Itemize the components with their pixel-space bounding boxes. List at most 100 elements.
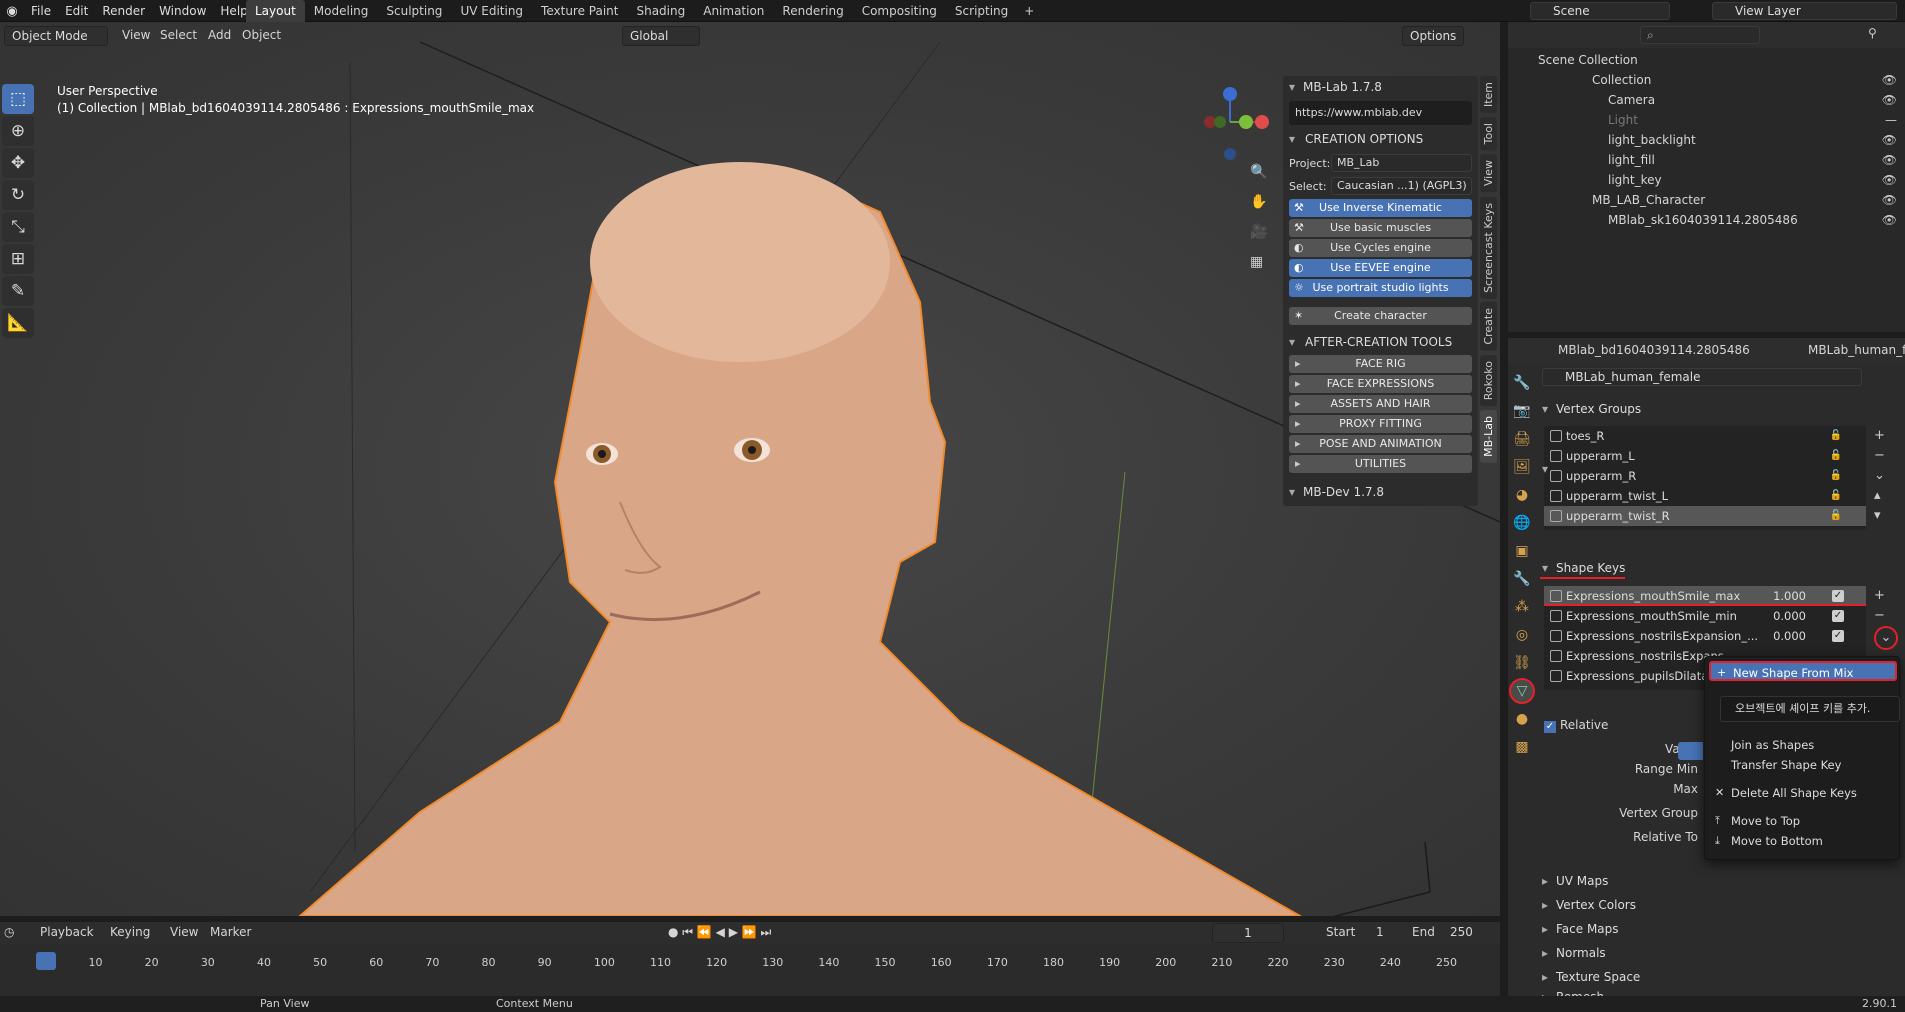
proxy-fitting-button[interactable]: PROXY FITTING (1289, 415, 1472, 433)
mode-selector[interactable]: Object Mode (4, 26, 108, 46)
face-maps-section[interactable]: Face Maps (1540, 918, 1619, 940)
normals-section[interactable]: Normals (1540, 942, 1606, 964)
move-tool-icon[interactable]: ✥ (2, 148, 34, 178)
project-selector[interactable]: MB_Lab (1331, 154, 1472, 172)
new-shape-from-mix-item[interactable]: + New Shape From Mix (1709, 661, 1897, 681)
sidebar-tab-item[interactable]: Item (1480, 76, 1497, 114)
view-layer-icon[interactable]: 🖼 (1509, 454, 1535, 480)
chevron-down-icon[interactable]: ⌄ (1874, 626, 1898, 650)
physics-icon[interactable]: ◎ (1509, 622, 1535, 648)
face-expressions-button[interactable]: FACE EXPRESSIONS (1289, 375, 1472, 393)
eye-icon[interactable]: 👁 (1882, 190, 1897, 210)
shape-key-value[interactable]: 0.000 (1773, 606, 1806, 626)
modifier-icon[interactable]: 🔧 (1509, 566, 1535, 592)
texture-space-section[interactable]: Texture Space (1540, 966, 1640, 988)
tab-layout[interactable]: Layout (246, 0, 305, 22)
list-item[interactable]: Expressions_mouthSmile_max 1.000 ✓ (1544, 586, 1866, 606)
viewport-menu-view[interactable]: View (122, 28, 150, 42)
options-button[interactable]: Options (1402, 26, 1464, 46)
measure-tool-icon[interactable]: 📐 (2, 308, 34, 338)
tab-uv-editing[interactable]: UV Editing (451, 0, 532, 22)
eye-icon[interactable]: 👁 (1882, 90, 1897, 110)
world-icon[interactable]: 🌐 (1509, 510, 1535, 536)
list-item[interactable]: upperarm_twist_R 🔓 (1544, 506, 1866, 526)
list-item[interactable]: upperarm_R 🔓 (1544, 466, 1866, 486)
playback-controls[interactable]: ● ⏮ ⏪ ◀ ▶ ⏩ ⏭ (668, 925, 771, 940)
outliner-row-collection[interactable]: Collection 👁 (1508, 70, 1905, 90)
use-eevee-engine-toggle[interactable]: ◐ Use EEVEE engine (1289, 259, 1472, 277)
menu-edit[interactable]: Edit (58, 0, 95, 22)
object-icon[interactable]: ▣ (1509, 538, 1535, 564)
outliner-row-camera[interactable]: Camera 👁 (1508, 90, 1905, 110)
outliner-row-light[interactable]: Light — (1508, 110, 1905, 130)
eye-icon[interactable]: 👁 (1882, 150, 1897, 170)
timeline-menu-marker[interactable]: Marker (210, 925, 251, 939)
add-workspace-button[interactable]: + (1017, 0, 1041, 22)
select-tool-icon[interactable]: ⬚ (2, 84, 34, 114)
pose-animation-button[interactable]: POSE AND ANIMATION (1289, 435, 1472, 453)
menu-file[interactable]: File (24, 0, 58, 22)
vertex-colors-section[interactable]: Vertex Colors (1540, 894, 1636, 916)
timeline-menu-keying[interactable]: Keying (110, 925, 150, 939)
lock-icon[interactable]: 🔓 (1830, 506, 1842, 526)
sidebar-tab-tool[interactable]: Tool (1480, 117, 1497, 151)
lock-icon[interactable]: 🔓 (1830, 486, 1842, 506)
list-item[interactable]: toes_R 🔓 (1544, 426, 1866, 446)
mblab-title[interactable]: MB-Lab 1.7.8 (1283, 76, 1478, 98)
remove-icon[interactable]: − (1874, 446, 1885, 466)
utilities-button[interactable]: UTILITIES (1289, 455, 1472, 473)
current-frame-field[interactable]: 1 (1212, 923, 1284, 943)
start-frame-field[interactable]: 1 (1376, 925, 1384, 939)
use-cycles-engine-toggle[interactable]: ◐ Use Cycles engine (1289, 239, 1472, 257)
filter-icon[interactable]: ⚲ (1868, 26, 1877, 40)
tab-modeling[interactable]: Modeling (305, 0, 378, 22)
camera-view-icon[interactable]: 🎥 (1250, 224, 1270, 254)
checkbox-icon[interactable]: ✓ (1832, 590, 1844, 602)
create-character-button[interactable]: ✶ Create character (1289, 307, 1472, 325)
texture-icon[interactable]: ▩ (1509, 734, 1535, 760)
vertex-groups-section[interactable]: Vertex Groups (1540, 398, 1641, 420)
blender-logo-icon[interactable]: ◉ (0, 0, 24, 22)
add-icon[interactable]: + (1874, 426, 1885, 446)
outliner-row-mblab-sk[interactable]: MBlab_sk1604039114.2805486 👁 (1508, 210, 1905, 230)
pan-hand-icon[interactable]: ✋ (1250, 194, 1270, 224)
eye-icon[interactable]: 👁 (1882, 210, 1897, 230)
timeline-menu-view[interactable]: View (170, 925, 198, 939)
mesh-data-field[interactable]: MBLab_human_female (1542, 368, 1862, 386)
list-item[interactable]: upperarm_twist_L 🔓 (1544, 486, 1866, 506)
checkbox-icon[interactable]: ✓ (1832, 610, 1844, 622)
end-frame-field[interactable]: 250 (1450, 925, 1473, 939)
tab-animation[interactable]: Animation (694, 0, 773, 22)
transform-tool-icon[interactable]: ⊞ (2, 244, 34, 274)
sidebar-tab-view[interactable]: View (1480, 154, 1497, 193)
relative-checkbox[interactable]: ✓ Relative (1544, 718, 1608, 733)
scene-icon[interactable]: ◕ (1509, 482, 1535, 508)
shape-key-value[interactable]: 0.000 (1773, 626, 1806, 646)
move-up-icon[interactable]: ▴ (1874, 486, 1885, 506)
shape-key-value[interactable]: 1.000 (1773, 586, 1806, 606)
annotate-tool-icon[interactable]: ✎ (2, 276, 34, 306)
use-inverse-kinematic-toggle[interactable]: ⚒ Use Inverse Kinematic (1289, 199, 1472, 217)
lock-icon[interactable]: 🔓 (1830, 446, 1842, 466)
constraints-icon[interactable]: ⛓ (1509, 650, 1535, 676)
tab-sculpting[interactable]: Sculpting (377, 0, 451, 22)
playhead[interactable] (36, 952, 56, 970)
add-icon[interactable]: + (1874, 586, 1898, 606)
cursor-tool-icon[interactable]: ⊕ (2, 116, 34, 146)
remove-icon[interactable]: − (1874, 606, 1898, 626)
scene-selector[interactable]: Scene (1530, 2, 1670, 20)
clock-icon[interactable]: ◷ (4, 925, 14, 939)
assets-hair-button[interactable]: ASSETS AND HAIR (1289, 395, 1472, 413)
value-slider[interactable] (1678, 742, 1703, 760)
viewport-menu-select[interactable]: Select (160, 28, 197, 42)
grid-view-icon[interactable]: ▦ (1250, 254, 1270, 284)
list-item[interactable]: Expressions_nostrilsExpansion_... 0.000 ✓ (1544, 626, 1866, 646)
move-to-top-item[interactable]: ⤒ Move to Top (1709, 811, 1897, 831)
list-item[interactable]: upperarm_L 🔓 (1544, 446, 1866, 466)
lock-icon[interactable]: 🔓 (1830, 426, 1842, 446)
chevron-down-icon[interactable]: ⌄ (1874, 466, 1885, 486)
outliner-search-input[interactable]: ⌕ (1640, 26, 1760, 44)
viewport-menu-add[interactable]: Add (208, 28, 231, 42)
sidebar-tab-screencast-keys[interactable]: Screencast Keys (1480, 196, 1497, 299)
eye-closed-icon[interactable]: — (1885, 110, 1897, 130)
